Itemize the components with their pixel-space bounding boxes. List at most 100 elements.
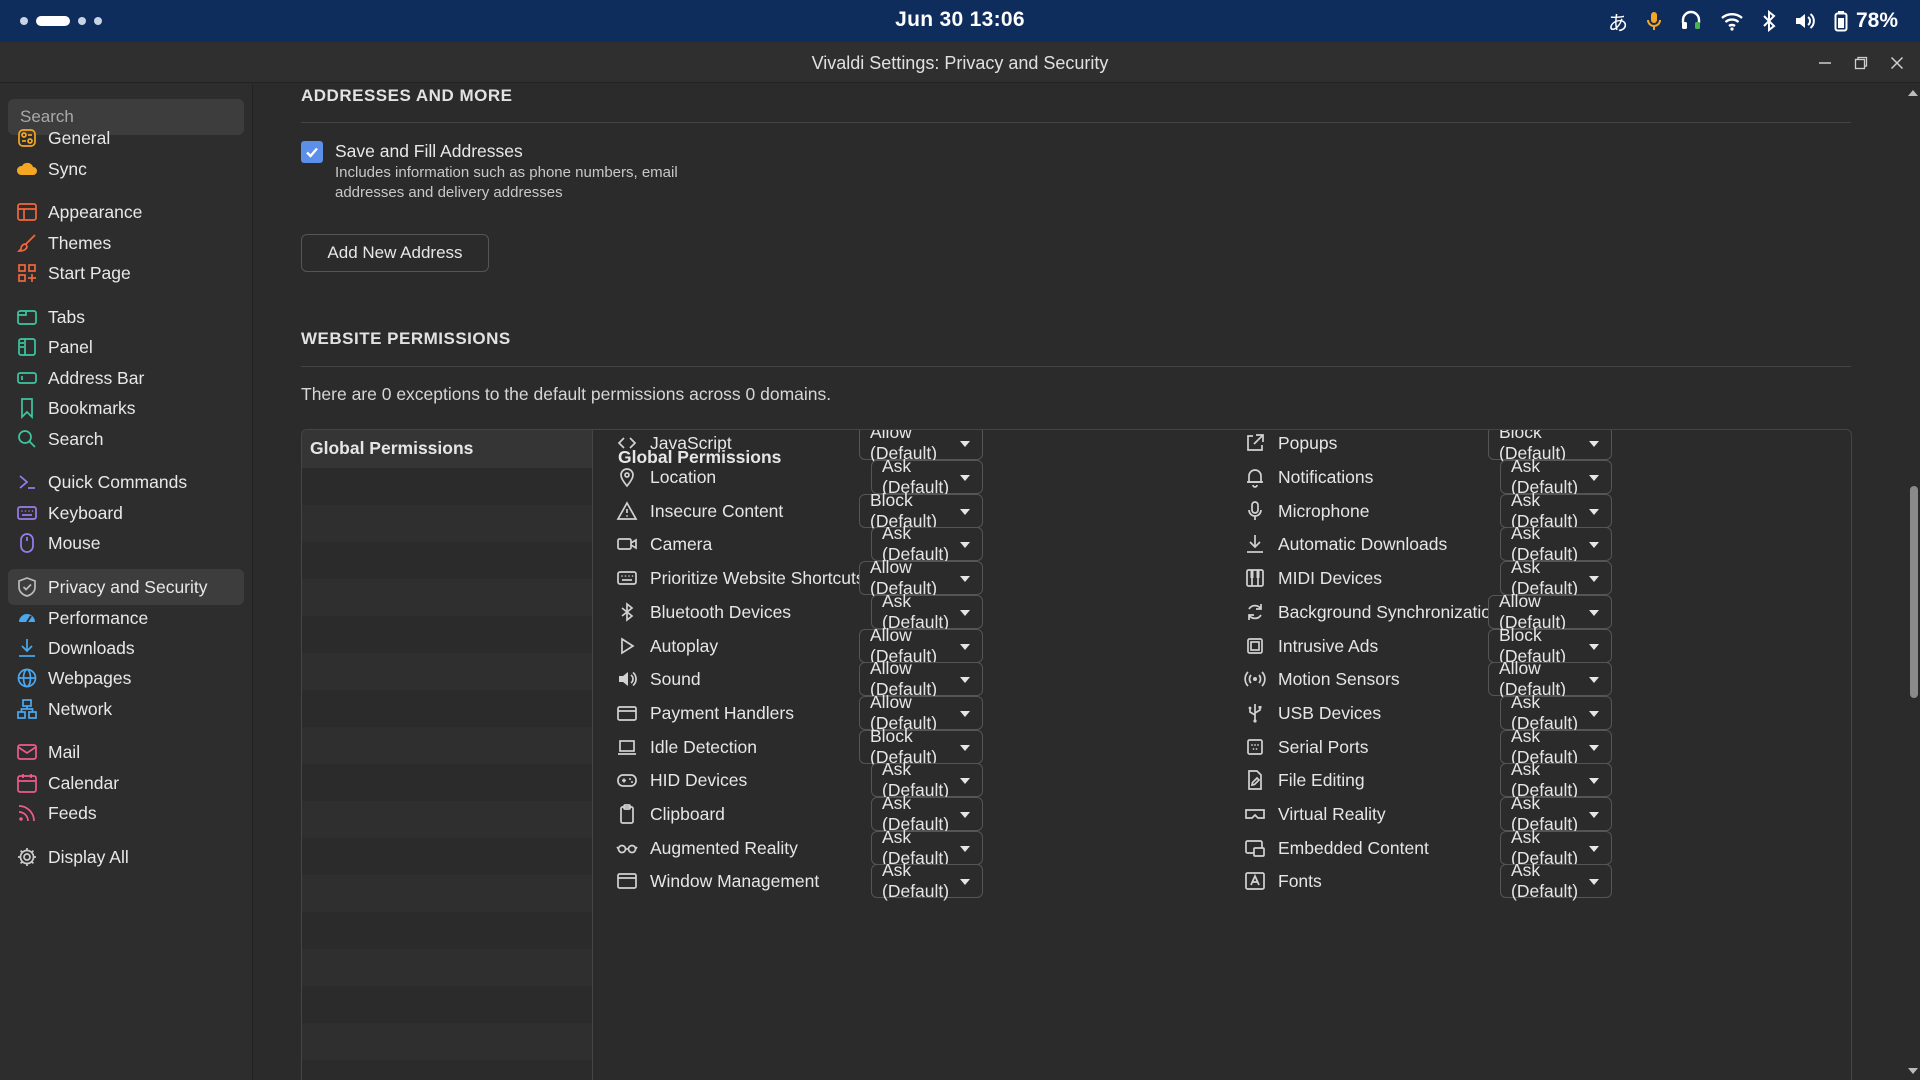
system-tray[interactable]: あ 78%	[1608, 7, 1898, 35]
permission-row-sound: Sound	[616, 662, 701, 696]
sidebar-item-start-page[interactable]: Start Page	[8, 255, 244, 291]
scroll-down-arrow[interactable]	[1908, 1068, 1918, 1074]
headset-icon[interactable]	[1680, 10, 1702, 32]
bell-icon	[1247, 469, 1263, 488]
battery-percent: 78%	[1855, 9, 1898, 32]
permission-select-location[interactable]: Ask (Default)	[871, 456, 983, 497]
workspace-dot[interactable]	[20, 17, 28, 25]
network-icon	[17, 699, 37, 719]
ads-icon	[1244, 635, 1266, 657]
minimize-button[interactable]	[1812, 50, 1838, 76]
input-method-icon[interactable]: あ	[1608, 7, 1628, 36]
domain-list-row	[302, 986, 592, 1023]
chevron-down-icon	[1589, 441, 1599, 447]
clipboard-icon	[616, 803, 638, 825]
permission-label: Notifications	[1278, 466, 1374, 487]
font-icon	[1245, 872, 1265, 890]
sidebar-item-label: Search	[48, 428, 104, 449]
addresses-section-title: ADDRESSES AND MORE	[301, 86, 513, 105]
sidebar-item-search[interactable]: Search	[8, 421, 244, 457]
permission-select-payment-handlers[interactable]: Allow (Default)	[859, 692, 983, 733]
permission-select-virtual-reality[interactable]: Ask (Default)	[1500, 793, 1612, 834]
chevron-down-icon	[960, 475, 970, 481]
domain-list-row	[302, 505, 592, 542]
scrollbar[interactable]	[1906, 84, 1920, 1080]
domain-list-row	[302, 912, 592, 949]
vr-icon	[1244, 803, 1266, 825]
permission-select-notifications[interactable]: Ask (Default)	[1500, 456, 1612, 497]
permission-row-fonts: Fonts	[1244, 864, 1322, 898]
scroll-up-arrow[interactable]	[1908, 90, 1918, 96]
chevron-down-icon	[1589, 509, 1599, 515]
permission-select-bluetooth-devices[interactable]: Ask (Default)	[871, 591, 983, 632]
divider	[301, 366, 1851, 367]
domain-list-row	[302, 542, 592, 579]
sidebar-item-label: Keyboard	[48, 502, 123, 523]
permission-select-hid-devices[interactable]: Ask (Default)	[871, 759, 983, 800]
volume-icon[interactable]	[1794, 11, 1816, 31]
sidebar-item-sync[interactable]: Sync	[8, 151, 244, 187]
permission-select-fonts[interactable]: Ask (Default)	[1500, 860, 1612, 901]
wifi-icon[interactable]	[1720, 11, 1744, 31]
permission-select-background-synchronization[interactable]: Allow (Default)	[1488, 591, 1612, 632]
system-top-bar: Jun 30 13:06 あ 78%	[0, 0, 1920, 42]
laptop-icon	[616, 736, 638, 758]
window-title-bar[interactable]: Vivaldi Settings: Privacy and Security	[0, 42, 1920, 83]
window-icon	[617, 873, 637, 889]
sidebar-item-label: Appearance	[48, 201, 143, 222]
permission-select-camera[interactable]: Ask (Default)	[871, 523, 983, 564]
maximize-button[interactable]	[1848, 50, 1874, 76]
battery-icon[interactable]	[1834, 10, 1848, 32]
permission-row-bluetooth-devices: Bluetooth Devices	[616, 595, 791, 629]
sidebar-item-label: Start Page	[48, 262, 131, 283]
permission-select-file-editing[interactable]: Ask (Default)	[1500, 759, 1612, 800]
permission-label: USB Devices	[1278, 702, 1382, 723]
permission-select-window-management[interactable]: Ask (Default)	[871, 860, 983, 901]
permission-select-automatic-downloads[interactable]: Ask (Default)	[1500, 523, 1612, 564]
workspace-dot[interactable]	[94, 17, 102, 25]
permission-label: Insecure Content	[650, 500, 784, 521]
workspace-dot[interactable]	[78, 17, 86, 25]
permission-select-motion-sensors[interactable]: Allow (Default)	[1488, 658, 1612, 699]
start-page-icon	[16, 262, 38, 284]
mail-icon	[17, 744, 37, 760]
speaker-icon	[616, 668, 638, 690]
sidebar-item-display-all[interactable]: Display All	[8, 839, 244, 875]
permission-select-usb-devices[interactable]: Ask (Default)	[1500, 692, 1612, 733]
domain-list-header[interactable]: Global Permissions	[302, 430, 592, 468]
domain-list-row	[302, 727, 592, 764]
permission-row-augmented-reality: Augmented Reality	[616, 831, 798, 865]
workspace-indicator[interactable]	[20, 16, 102, 26]
sidebar-item-feeds[interactable]: Feeds	[8, 795, 244, 831]
sidebar-item-label: Downloads	[48, 637, 135, 658]
permission-select-prioritize-website-shortcuts[interactable]: Allow (Default)	[859, 557, 983, 598]
sidebar-item-mouse[interactable]: Mouse	[8, 525, 244, 561]
permission-select-midi-devices[interactable]: Ask (Default)	[1500, 557, 1612, 598]
domain-list-row	[302, 949, 592, 986]
scroll-thumb[interactable]	[1910, 486, 1918, 698]
sidebar-item-network[interactable]: Network	[8, 691, 244, 727]
permission-select-sound[interactable]: Allow (Default)	[859, 658, 983, 699]
play-icon	[621, 637, 635, 655]
permission-select-clipboard[interactable]: Ask (Default)	[871, 793, 983, 834]
brush-icon	[16, 234, 36, 252]
microphone-icon[interactable]	[1646, 11, 1662, 31]
add-new-address-button[interactable]: Add New Address	[301, 234, 489, 272]
calendar-icon	[17, 774, 37, 793]
download-icon	[19, 639, 35, 657]
bookmark-icon	[21, 398, 33, 419]
chevron-down-icon	[960, 441, 970, 447]
save-addresses-label[interactable]: Save and Fill Addresses	[335, 141, 523, 162]
chevron-down-icon	[960, 542, 970, 548]
mouse-icon	[20, 533, 34, 553]
save-addresses-checkbox[interactable]	[301, 141, 323, 163]
panel-icon	[18, 338, 36, 356]
workspace-active-pill[interactable]	[36, 16, 70, 26]
bluetooth-icon[interactable]	[1762, 10, 1776, 32]
permission-label: Sound	[650, 668, 701, 689]
permission-label: Fonts	[1278, 870, 1322, 891]
permission-row-file-editing: File Editing	[1244, 763, 1365, 797]
close-button[interactable]	[1884, 50, 1910, 76]
download-icon	[16, 637, 38, 659]
globe-icon	[17, 668, 37, 688]
